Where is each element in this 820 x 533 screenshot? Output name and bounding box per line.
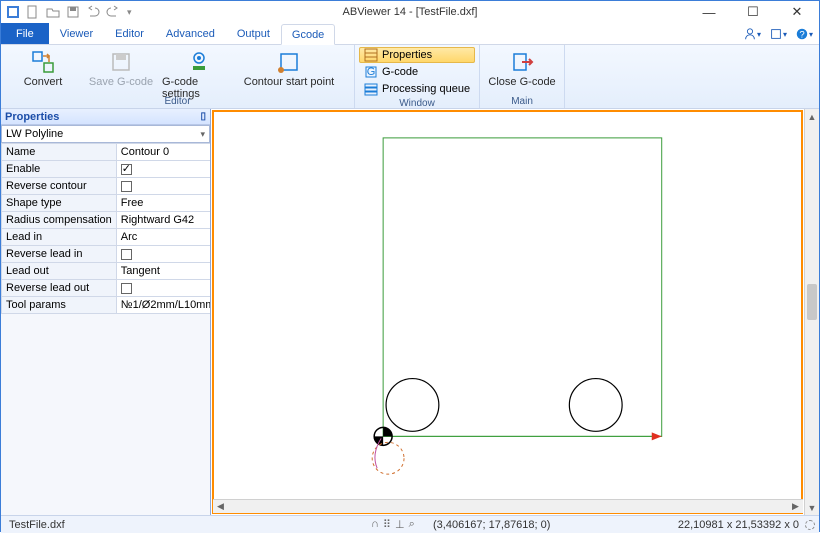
status-indicator-icon bbox=[805, 520, 815, 530]
menubar: File Viewer Editor Advanced Output Gcode… bbox=[1, 23, 819, 45]
properties-panel-title: Properties bbox=[5, 111, 59, 123]
name-input[interactable] bbox=[121, 146, 210, 158]
maximize-button[interactable]: ☐ bbox=[731, 1, 775, 23]
tab-file[interactable]: File bbox=[1, 23, 49, 44]
entity-type-value: LW Polyline bbox=[6, 128, 63, 140]
qat-dropdown-icon[interactable]: ▾ bbox=[125, 7, 134, 18]
help-icon[interactable]: ?▾ bbox=[795, 25, 813, 43]
save-gcode-button: Save G-code bbox=[83, 47, 159, 95]
convert-icon bbox=[31, 50, 55, 74]
titlebar: ▾ ABViewer 14 - [TestFile.dxf] — ☐ ✕ bbox=[1, 1, 819, 23]
status-dimensions: 22,10981 x 21,53392 x 0 bbox=[678, 519, 799, 531]
prop-name: Lead out bbox=[2, 263, 117, 280]
contour-start-icon bbox=[277, 50, 301, 74]
group-main-label: Main bbox=[484, 95, 560, 109]
checkbox[interactable] bbox=[121, 249, 132, 260]
contour-start-label: Contour start point bbox=[244, 76, 335, 88]
convert-label: Convert bbox=[24, 76, 63, 88]
save-gcode-icon bbox=[109, 50, 133, 74]
undo-icon[interactable] bbox=[85, 4, 101, 20]
tab-output[interactable]: Output bbox=[226, 23, 281, 44]
properties-toggle[interactable]: Properties bbox=[359, 47, 475, 63]
prop-value[interactable] bbox=[116, 280, 210, 297]
checkbox[interactable] bbox=[121, 283, 132, 294]
style-icon[interactable]: ▾ bbox=[769, 25, 787, 43]
prop-name: Radius compensation bbox=[2, 212, 117, 229]
prop-value[interactable]: … bbox=[116, 144, 210, 161]
profile-icon[interactable]: ▾ bbox=[743, 25, 761, 43]
close-gcode-label: Close G-code bbox=[488, 76, 555, 88]
app-icon bbox=[5, 4, 21, 20]
scroll-thumb[interactable] bbox=[807, 284, 817, 320]
property-grid: Name…EnableReverse contourShape typeFree… bbox=[1, 143, 210, 515]
properties-icon bbox=[364, 48, 378, 62]
contour-start-button[interactable]: Contour start point bbox=[239, 47, 339, 95]
horizontal-scrollbar[interactable]: ◀ ▶ bbox=[213, 499, 803, 513]
tab-advanced[interactable]: Advanced bbox=[155, 23, 226, 44]
redo-icon[interactable] bbox=[105, 4, 121, 20]
ribbon: Convert Save G-code G-code settings Cont… bbox=[1, 45, 819, 109]
status-filename: TestFile.dxf bbox=[1, 519, 73, 531]
prop-value[interactable] bbox=[116, 178, 210, 195]
group-editor-label: Editor bbox=[5, 95, 350, 109]
scroll-right-icon[interactable]: ▶ bbox=[788, 500, 803, 513]
checkbox[interactable] bbox=[121, 164, 132, 175]
new-icon[interactable] bbox=[25, 4, 41, 20]
chevron-down-icon: ▾ bbox=[200, 129, 205, 140]
prop-value[interactable] bbox=[116, 161, 210, 178]
prop-name: Reverse lead in bbox=[2, 246, 117, 263]
prop-value[interactable]: Tangent bbox=[116, 263, 210, 280]
prop-value[interactable]: Arc bbox=[116, 229, 210, 246]
checkbox[interactable] bbox=[121, 181, 132, 192]
entity-type-combo[interactable]: LW Polyline ▾ bbox=[1, 125, 210, 143]
queue-toggle[interactable]: Processing queue bbox=[359, 81, 475, 97]
prop-name: Reverse lead out bbox=[2, 280, 117, 297]
queue-icon bbox=[364, 82, 378, 96]
tab-gcode[interactable]: Gcode bbox=[281, 24, 335, 45]
ortho-icon[interactable]: ⊥ bbox=[395, 518, 405, 531]
gcode-toggle[interactable]: G G-code bbox=[359, 64, 475, 80]
prop-value[interactable]: №1/Ø2mm/L10mm bbox=[116, 297, 210, 314]
gcode-settings-button[interactable]: G-code settings bbox=[161, 47, 237, 95]
settings-icon bbox=[187, 50, 211, 74]
gcode-icon: G bbox=[364, 65, 378, 79]
svg-text:G: G bbox=[367, 66, 376, 78]
snap-icon[interactable]: ∩ bbox=[371, 518, 379, 531]
scroll-left-icon[interactable]: ◀ bbox=[213, 500, 228, 513]
prop-value[interactable] bbox=[116, 246, 210, 263]
prop-name: Name bbox=[2, 144, 117, 161]
close-gcode-icon bbox=[510, 50, 534, 74]
tab-editor[interactable]: Editor bbox=[104, 23, 155, 44]
prop-name: Lead in bbox=[2, 229, 117, 246]
open-icon[interactable] bbox=[45, 4, 61, 20]
properties-panel: Properties ▯ LW Polyline ▾ Name…EnableRe… bbox=[1, 109, 211, 515]
pin-icon[interactable]: ▯ bbox=[200, 111, 206, 122]
prop-name: Tool params bbox=[2, 297, 117, 314]
svg-text:?: ? bbox=[799, 29, 804, 40]
gcode-toggle-label: G-code bbox=[382, 66, 418, 78]
scroll-up-icon[interactable]: ▲ bbox=[805, 109, 819, 124]
save-icon[interactable] bbox=[65, 4, 81, 20]
prop-value[interactable]: Rightward G42 bbox=[116, 212, 210, 229]
prop-value[interactable]: Free bbox=[116, 195, 210, 212]
prop-name: Enable bbox=[2, 161, 117, 178]
prop-name: Shape type bbox=[2, 195, 117, 212]
save-gcode-label: Save G-code bbox=[89, 76, 153, 88]
convert-button[interactable]: Convert bbox=[5, 47, 81, 95]
statusbar: TestFile.dxf ∩ ⠿ ⊥ ⌕ (3,406167; 17,87618… bbox=[1, 515, 819, 533]
close-gcode-button[interactable]: Close G-code bbox=[484, 47, 560, 95]
minimize-button[interactable]: — bbox=[687, 1, 731, 23]
prop-name: Reverse contour bbox=[2, 178, 117, 195]
window-title: ABViewer 14 - [TestFile.dxf] bbox=[343, 6, 478, 18]
vertical-scrollbar[interactable]: ▲ ▼ bbox=[804, 109, 819, 515]
grid-icon[interactable]: ⠿ bbox=[383, 518, 391, 531]
queue-toggle-label: Processing queue bbox=[382, 83, 470, 95]
tab-viewer[interactable]: Viewer bbox=[49, 23, 104, 44]
drawing-canvas[interactable] bbox=[212, 110, 803, 514]
zoom-icon[interactable]: ⌕ bbox=[409, 518, 415, 531]
close-button[interactable]: ✕ bbox=[775, 1, 819, 23]
status-coord: (3,406167; 17,87618; 0) bbox=[433, 519, 550, 531]
properties-toggle-label: Properties bbox=[382, 49, 432, 61]
scroll-down-icon[interactable]: ▼ bbox=[805, 500, 819, 515]
